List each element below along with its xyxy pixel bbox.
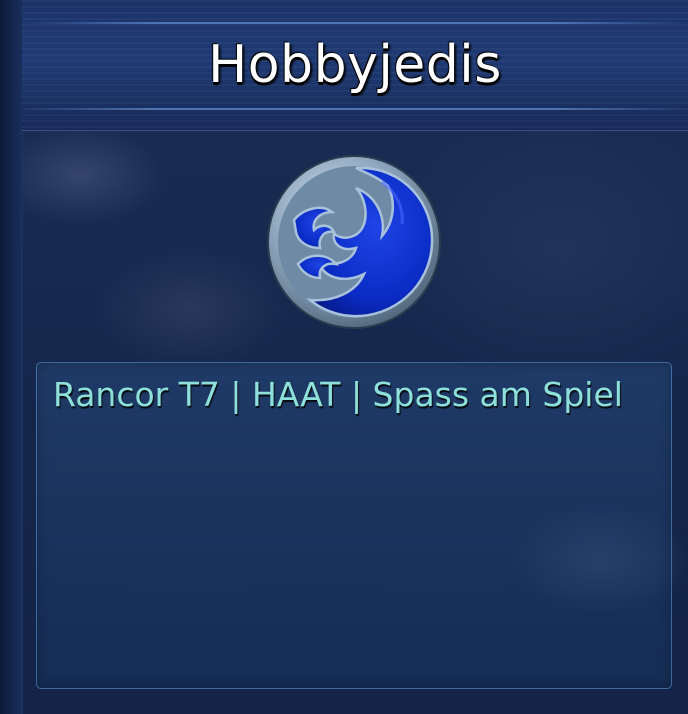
guild-name-title: Hobbyjedis <box>208 35 502 95</box>
guild-emblem-svg <box>267 155 441 329</box>
panel-left-edge <box>0 0 23 714</box>
header-divider-bottom <box>22 108 688 110</box>
guild-panel: Hobbyjedis Rancor T7 | HAAT | Spass am S… <box>0 0 688 714</box>
header-divider-top <box>22 22 688 24</box>
guild-emblem-icon <box>264 152 444 332</box>
guild-description-box: Rancor T7 | HAAT | Spass am Spiel <box>36 362 672 689</box>
guild-header: Hobbyjedis <box>22 0 688 131</box>
guild-description-text: Rancor T7 | HAAT | Spass am Spiel <box>53 375 623 414</box>
